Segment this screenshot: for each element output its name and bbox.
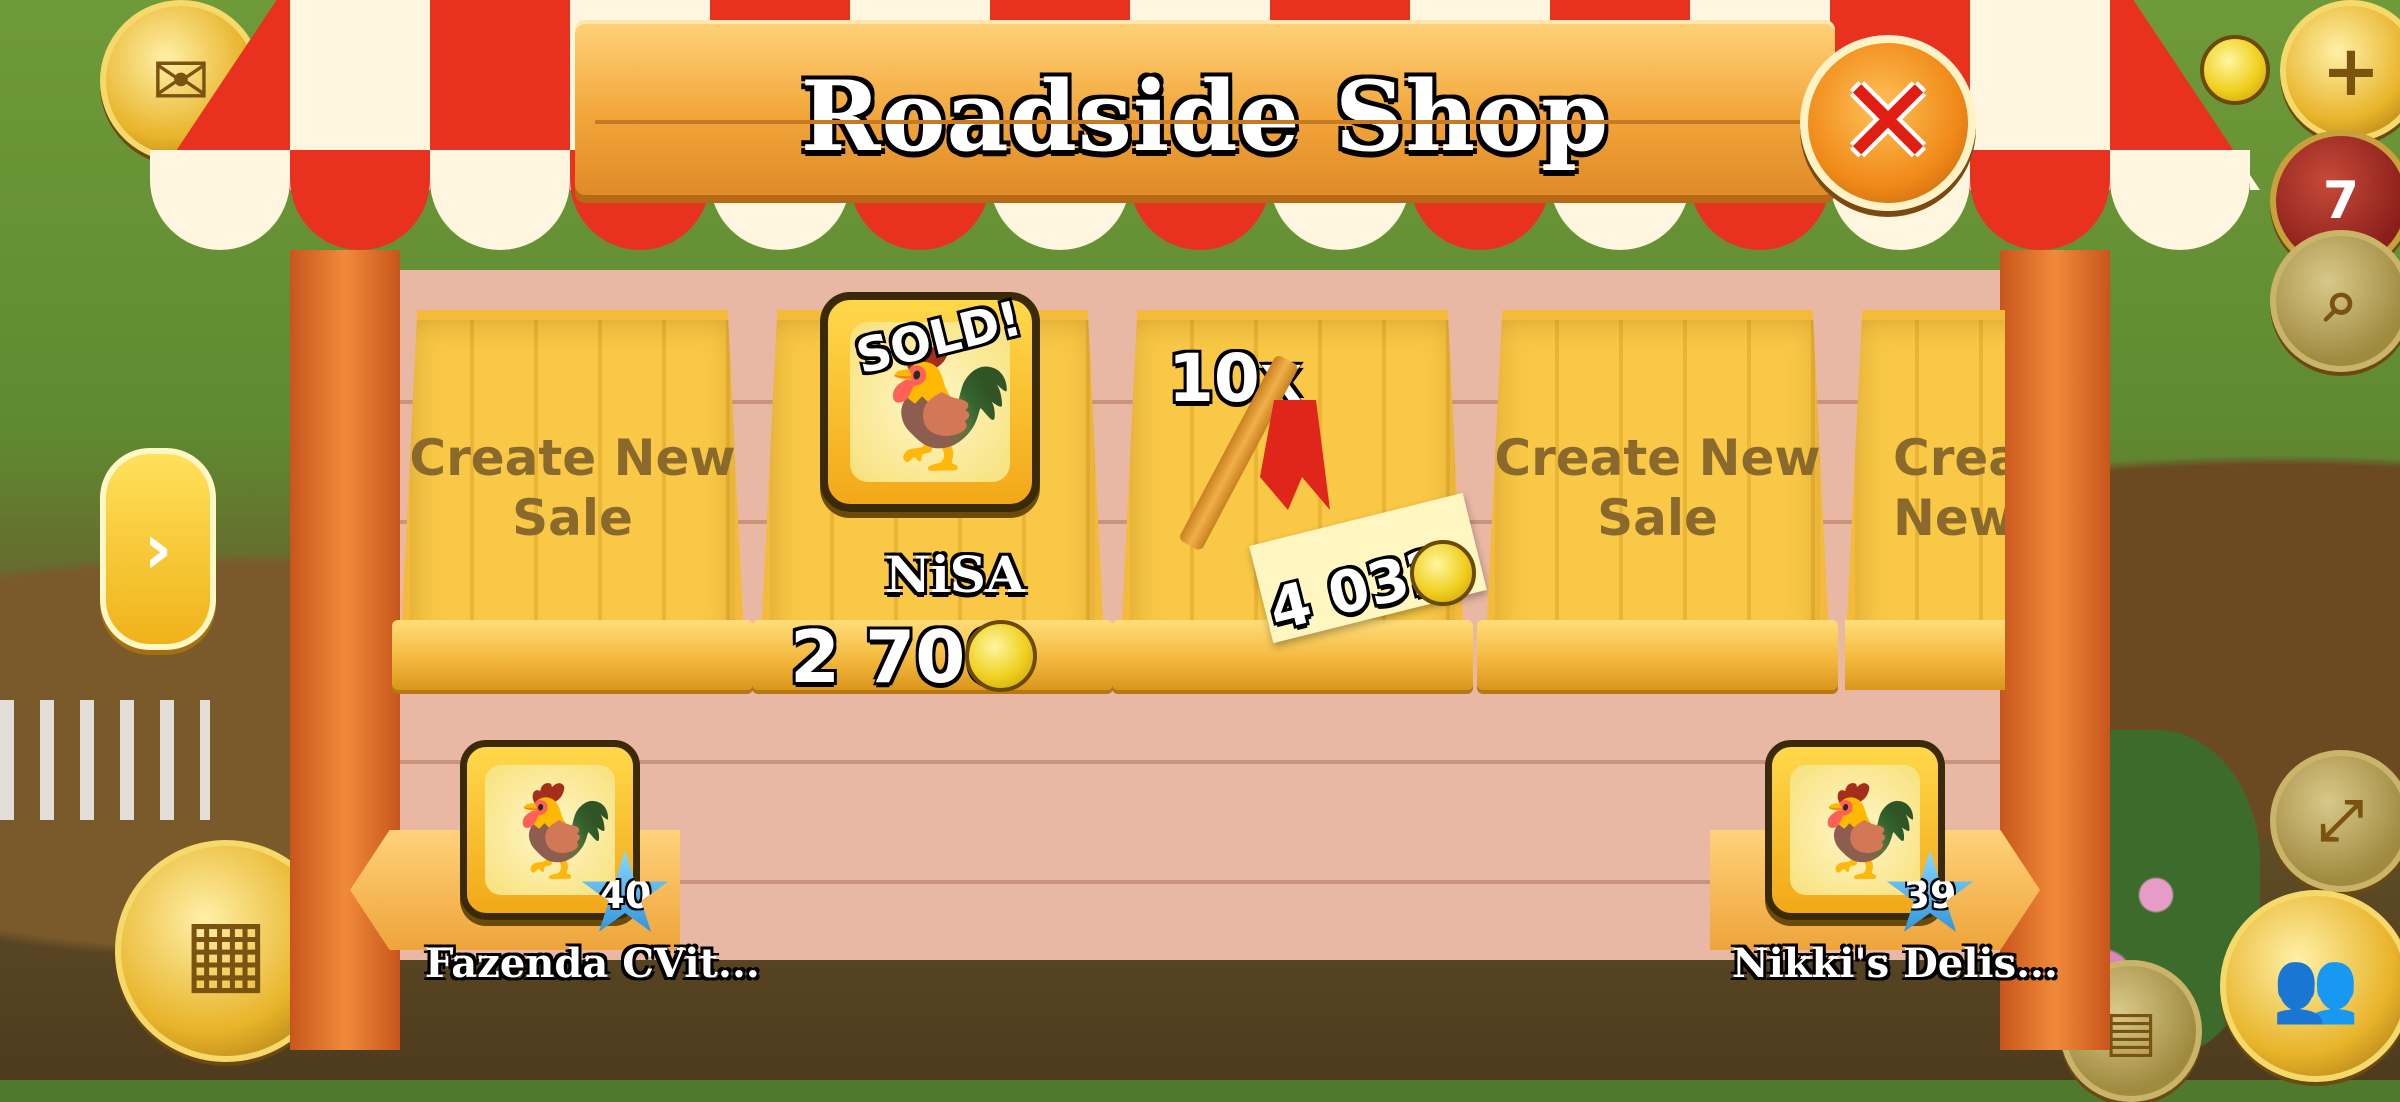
plus-icon: + xyxy=(2321,30,2381,112)
create-new-sale-label: Create New Sale xyxy=(1494,429,1821,547)
sale-slot-4[interactable]: Create New Sale xyxy=(1477,310,1838,690)
newspaper-icon: ▤ xyxy=(2104,998,2158,1064)
neighbor-name: Nikki's Delis... xyxy=(1732,940,2058,987)
close-icon: ✕ xyxy=(1837,53,1939,192)
friends-icon: 👥 xyxy=(2272,944,2360,1027)
friends-button[interactable]: 👥 xyxy=(2220,890,2400,1082)
chevron-right-icon: › xyxy=(143,508,173,590)
sale-slot-5[interactable]: Create New Sale xyxy=(1845,310,2005,690)
close-button[interactable]: ✕ xyxy=(1800,35,1976,211)
cash-register-icon: ▦ xyxy=(183,898,269,1004)
buyer-name: NiSA xyxy=(885,545,1025,604)
chicken-icon: 🐓 xyxy=(1812,779,1925,884)
sale-slot-1[interactable]: Create New Sale xyxy=(392,310,753,690)
expand-button[interactable]: ⤢ xyxy=(2270,750,2400,892)
next-shop-arrow-button[interactable]: › xyxy=(100,448,216,650)
title-sign: Roadside Shop xyxy=(575,20,1835,195)
create-new-sale-label: Create New Sale xyxy=(1893,429,2005,547)
page-title: Roadside Shop xyxy=(800,60,1610,173)
magnifier-icon: ⌕ xyxy=(2324,266,2358,336)
search-button[interactable]: ⌕ xyxy=(2270,230,2400,372)
notification-count: 7 xyxy=(2322,171,2360,231)
coin-icon xyxy=(965,620,1037,692)
coin-icon xyxy=(1410,540,1476,606)
stall-post-right xyxy=(2000,250,2110,1050)
chicken-icon: 🐓 xyxy=(507,779,620,884)
neighbor-name: Fazenda CVit... xyxy=(425,940,760,987)
white-fence xyxy=(0,700,210,820)
expand-arrows-icon: ⤢ xyxy=(2318,788,2364,853)
create-new-sale-label: Create New Sale xyxy=(409,429,736,547)
